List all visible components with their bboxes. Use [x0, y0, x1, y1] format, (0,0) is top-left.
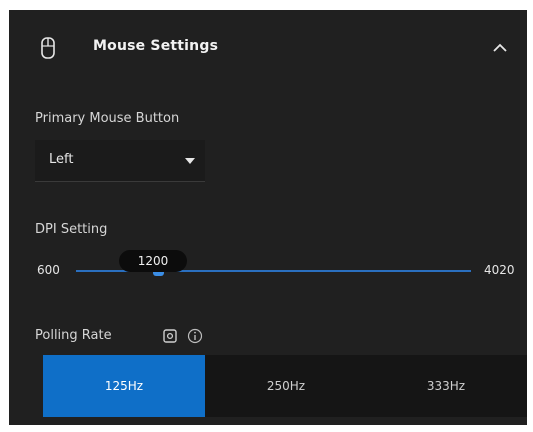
panel-header[interactable]: Mouse Settings	[9, 10, 527, 84]
polling-rate-label: Polling Rate	[35, 328, 112, 343]
dpi-label: DPI Setting	[35, 222, 108, 237]
polling-option-125hz[interactable]: 125Hz	[43, 355, 205, 417]
polling-option-333hz[interactable]: 333Hz	[365, 355, 527, 417]
dpi-min-label: 600	[37, 263, 60, 277]
settings-icon[interactable]	[162, 328, 178, 344]
chevron-down-icon	[185, 158, 195, 164]
dpi-max-label: 4020	[484, 263, 515, 277]
primary-button-label: Primary Mouse Button	[35, 111, 180, 126]
mouse-settings-panel: Mouse Settings Primary Mouse Button Left…	[9, 10, 527, 425]
primary-button-dropdown[interactable]: Left	[35, 140, 205, 182]
chevron-up-icon	[493, 43, 507, 52]
mouse-icon	[41, 37, 55, 59]
polling-rate-segmented-control: 125Hz 250Hz 333Hz	[43, 355, 527, 417]
collapse-button[interactable]	[489, 38, 511, 56]
info-icon[interactable]	[187, 328, 203, 344]
dropdown-value: Left	[49, 152, 74, 167]
polling-option-250hz[interactable]: 250Hz	[205, 355, 367, 417]
panel-title: Mouse Settings	[93, 38, 219, 54]
dpi-value-tooltip: 1200	[119, 250, 187, 272]
